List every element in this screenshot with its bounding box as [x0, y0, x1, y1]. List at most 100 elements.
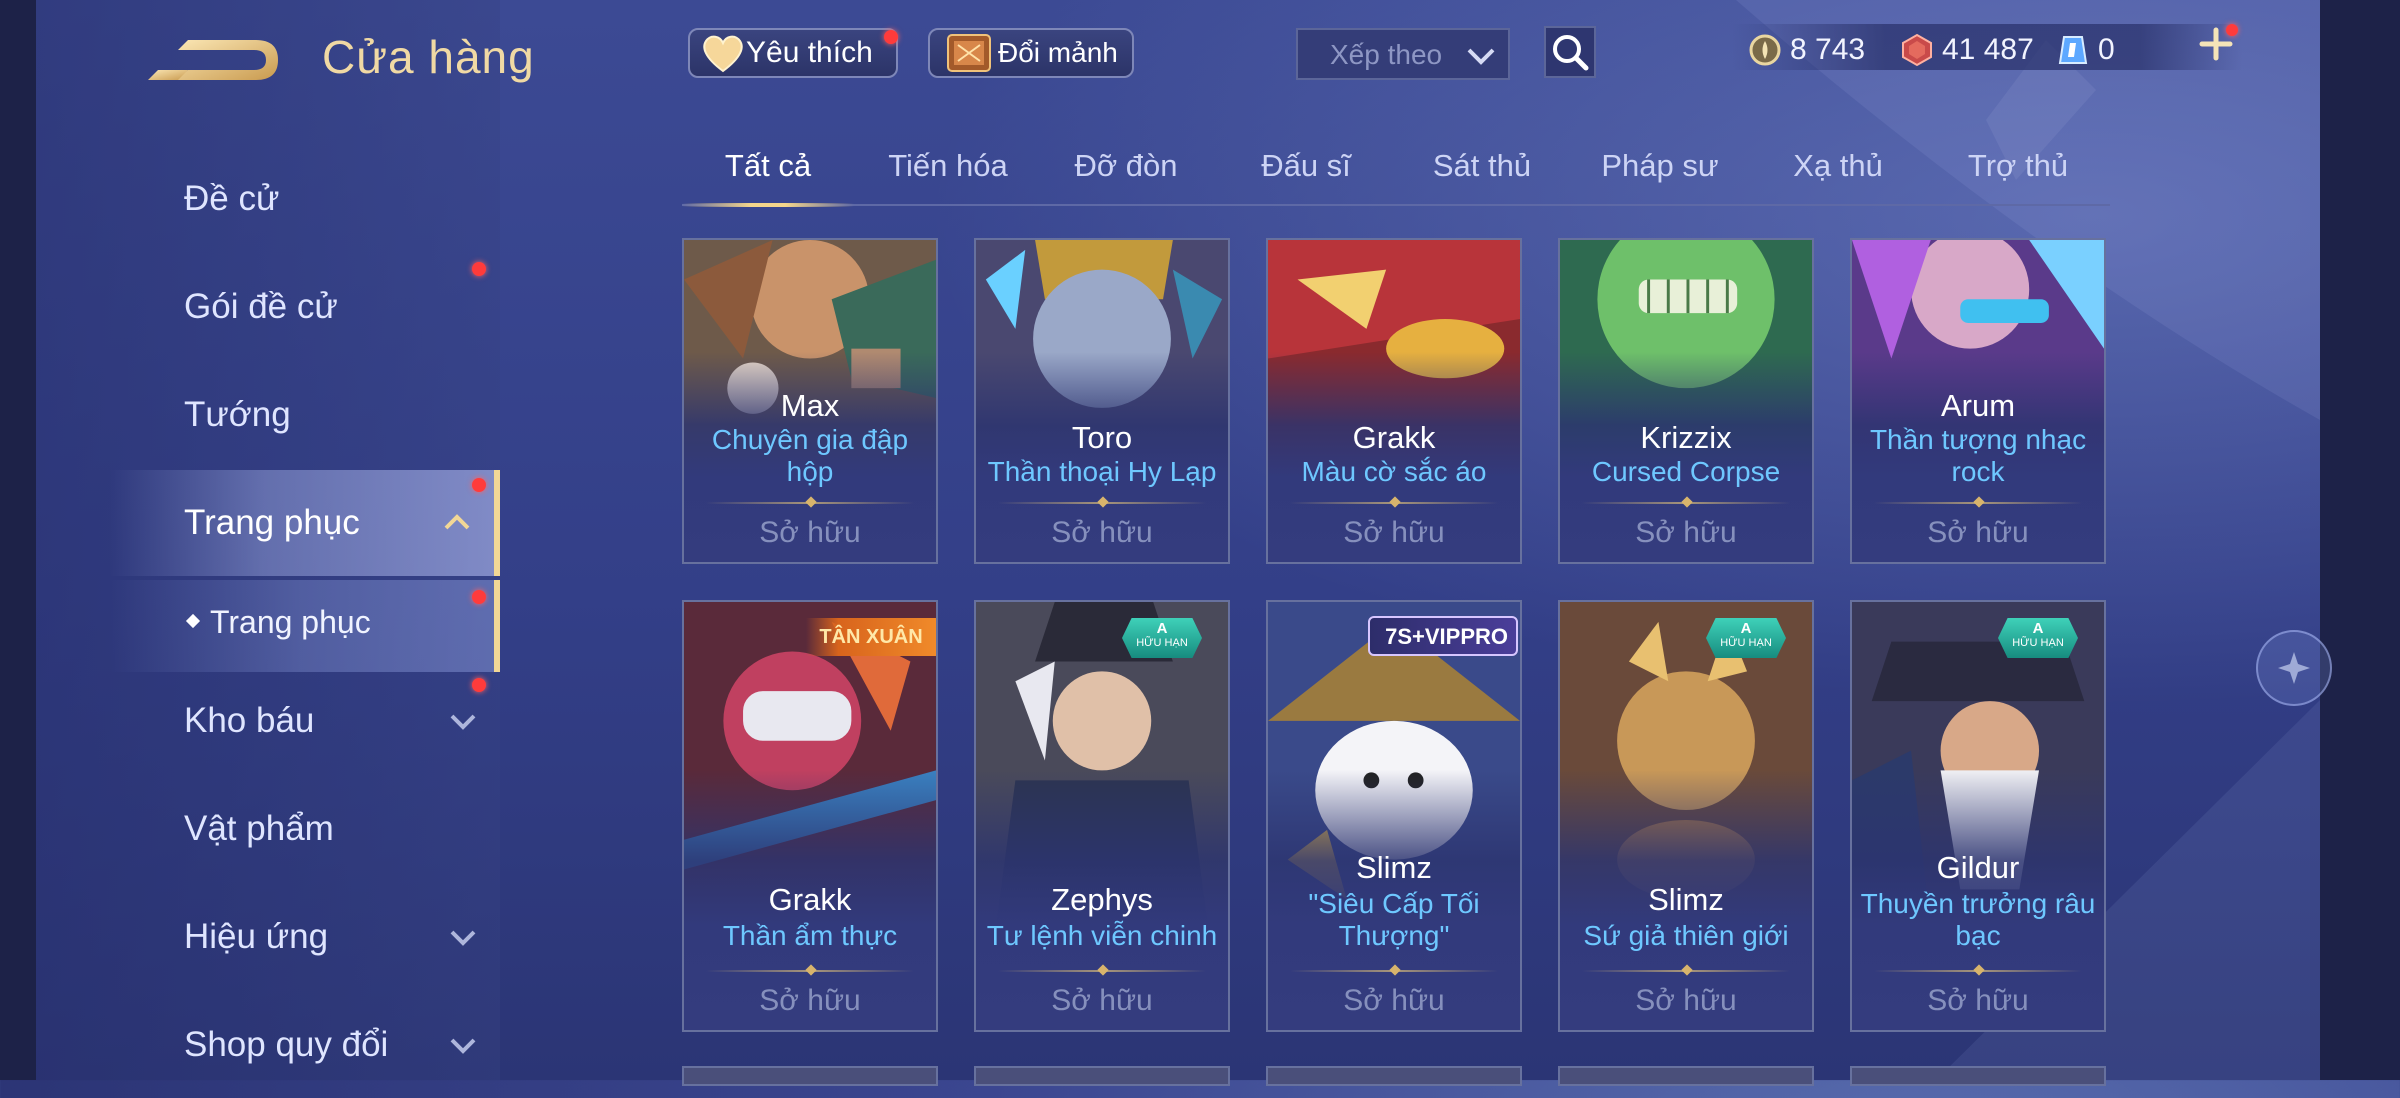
tab-label: Đỡ đòn: [1074, 148, 1178, 183]
badge-limited: A HỮU HẠN: [1706, 618, 1786, 658]
owned-status: Sở hữu: [759, 516, 861, 549]
tab-label: Đấu sĩ: [1261, 148, 1351, 183]
badge-tan-xuan: TÂN XUÂN: [806, 618, 936, 656]
badge-text: HỮU HẠN: [2012, 637, 2064, 649]
chevron-down-icon: [450, 930, 476, 946]
skin-card-partial[interactable]: [682, 1066, 938, 1086]
skin-name: Chuyên gia đập hộp: [711, 424, 909, 487]
voucher-currency: 41 487: [1900, 28, 2034, 72]
hero-name: Slimz: [1356, 850, 1432, 885]
badge-text: HỮU HẠN: [1720, 637, 1772, 649]
gold-value: 8 743: [1790, 33, 1866, 66]
notification-dot: [472, 590, 486, 604]
owned-status: Sở hữu: [1927, 984, 2029, 1017]
skin-card-partial[interactable]: [974, 1066, 1230, 1086]
sidebar-item-recommended-packs[interactable]: Gói đề cử: [110, 254, 500, 360]
sort-dropdown[interactable]: Xếp theo: [1296, 28, 1510, 80]
skin-name: Tư lệnh viễn chinh: [986, 920, 1218, 951]
badge-grade: A: [1156, 620, 1168, 637]
skin-card[interactable]: Arum Thần tượng nhạc rock Sở hữu: [1850, 238, 2106, 564]
active-tab-indicator: [682, 203, 854, 207]
crystal-icon: [2058, 36, 2088, 64]
tab-assassin[interactable]: Sát thủ: [1396, 148, 1568, 184]
tab-all[interactable]: Tất cả: [682, 148, 854, 184]
chevron-up-icon: [444, 514, 470, 530]
skin-card[interactable]: TÂN XUÂN Grakk Thần ẩm thực Sở hữu: [682, 600, 938, 1032]
favorite-label: Yêu thích: [746, 36, 873, 69]
notification-dot: [472, 478, 486, 492]
skin-card[interactable]: A HỮU HẠN Zephys Tư lệnh viễn chinh Sở h…: [974, 600, 1230, 1032]
owned-status: Sở hữu: [1343, 516, 1445, 549]
sort-placeholder: Xếp theo: [1330, 39, 1443, 70]
badge-grade: A: [2032, 620, 2044, 637]
hero-name: Grakk: [1352, 420, 1436, 455]
hero-name: Grakk: [768, 882, 852, 917]
tab-support[interactable]: Trợ thủ: [1932, 148, 2104, 184]
skin-name: Màu cờ sắc áo: [1301, 456, 1487, 487]
tab-tank[interactable]: Đỡ đòn: [1040, 148, 1212, 184]
search-button[interactable]: [1544, 26, 1596, 78]
sidebar-item-label: Hiệu ứng: [184, 917, 329, 956]
tab-mage[interactable]: Pháp sư: [1574, 148, 1746, 184]
right-edge: [2320, 0, 2400, 1080]
sidebar-item-effects[interactable]: Hiệu ứng: [110, 884, 500, 990]
sidebar-item-items[interactable]: Vật phẩm: [110, 776, 500, 882]
skin-card[interactable]: A HỮU HẠN Gildur Thuyền trưởng râu bạc S…: [1850, 600, 2106, 1032]
sidebar-item-treasure[interactable]: Kho báu: [110, 668, 500, 774]
skin-card-partial[interactable]: [1266, 1066, 1522, 1086]
gold-coin-icon: [1749, 34, 1781, 66]
sidebar-item-recommended[interactable]: Đề cử: [110, 146, 500, 252]
skin-card[interactable]: Grakk Màu cờ sắc áo Sở hữu: [1266, 238, 1522, 564]
crystal-value: 0: [2098, 33, 2115, 66]
skin-card[interactable]: Toro Thần thoại Hy Lạp Sở hữu: [974, 238, 1230, 564]
chevron-down-icon: [1467, 48, 1495, 65]
back-button[interactable]: [148, 30, 288, 90]
sidebar-item-heroes[interactable]: Tướng: [110, 362, 500, 468]
floating-assist-button[interactable]: [2256, 630, 2332, 706]
search-icon: [1553, 35, 1589, 71]
heart-icon: [703, 35, 743, 73]
skin-card-partial[interactable]: [1850, 1066, 2106, 1086]
tab-label: Tiến hóa: [888, 148, 1008, 183]
tab-label: Xạ thủ: [1793, 148, 1883, 183]
owned-status: Sở hữu: [1927, 516, 2029, 549]
favorite-button[interactable]: Yêu thích: [688, 28, 898, 78]
sidebar-item-label: Tướng: [184, 395, 291, 434]
notification-dot: [472, 262, 486, 276]
fragment-chest-icon: [947, 34, 991, 72]
tab-evolution[interactable]: Tiến hóa: [862, 148, 1034, 184]
skin-card[interactable]: A HỮU HẠN Slimz Sứ giả thiên giới Sở hữu: [1558, 600, 1814, 1032]
skin-name: "Siêu Cấp Tối Thượng": [1308, 888, 1480, 951]
skin-name: Sứ giả thiên giới: [1583, 920, 1789, 951]
sidebar-item-label: Gói đề cử: [184, 287, 338, 326]
sidebar-item-label: Kho báu: [184, 701, 315, 740]
sidebar-subitem-skins[interactable]: Trang phục: [110, 580, 500, 672]
crystal-currency: 0: [2056, 28, 2115, 72]
skin-card[interactable]: 7S+VIPPRO Slimz "Siêu Cấp Tối Thượng" Sở…: [1266, 600, 1522, 1032]
sidebar-subitem-label: Trang phục: [210, 604, 371, 640]
sparkle-icon: [2278, 652, 2310, 684]
sidebar-item-exchange-shop[interactable]: Shop quy đổi: [110, 992, 500, 1098]
hero-name: Gildur: [1936, 850, 2020, 885]
skin-card-partial[interactable]: [1558, 1066, 1814, 1086]
badge-limited: A HỮU HẠN: [1998, 618, 2078, 658]
owned-status: Sở hữu: [1635, 516, 1737, 549]
gold-currency: 8 743: [1748, 28, 1865, 72]
sidebar-item-skins[interactable]: Trang phục: [110, 470, 500, 576]
chevron-down-icon: [450, 714, 476, 730]
exchange-fragments-button[interactable]: Đổi mảnh: [928, 28, 1134, 78]
skin-name: Thần thoại Hy Lạp: [987, 456, 1217, 487]
chevron-down-icon: [450, 1038, 476, 1054]
red-voucher-icon: [1902, 33, 1932, 67]
hero-name: Krizzix: [1640, 420, 1732, 455]
badge-text: HỮU HẠN: [1136, 637, 1188, 649]
skin-card[interactable]: Max Chuyên gia đập hộp Sở hữu: [682, 238, 938, 564]
skin-card[interactable]: Krizzix Cursed Corpse Sở hữu: [1558, 238, 1814, 564]
left-edge: [0, 0, 36, 1080]
badge-limited: A HỮU HẠN: [1122, 618, 1202, 658]
hero-name: Toro: [1071, 420, 1133, 455]
bullet-diamond-icon: [185, 613, 201, 629]
tab-fighter[interactable]: Đấu sĩ: [1220, 148, 1392, 184]
tab-marksman[interactable]: Xạ thủ: [1752, 148, 1924, 184]
skin-name: Thuyền trưởng râu bạc: [1860, 888, 2096, 951]
